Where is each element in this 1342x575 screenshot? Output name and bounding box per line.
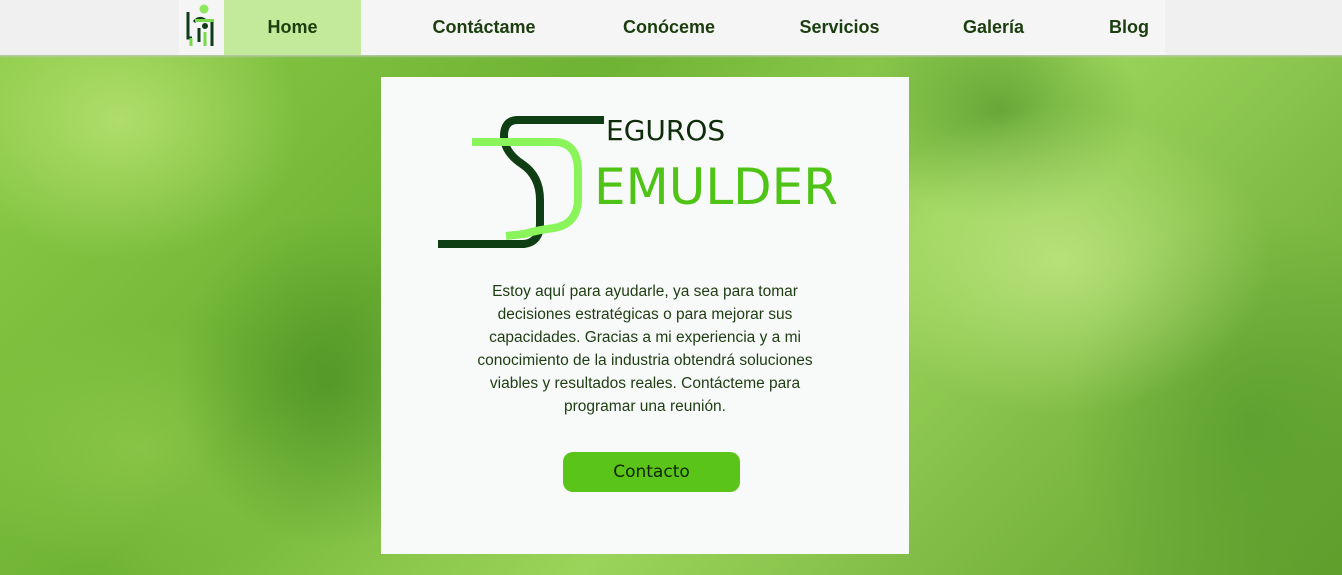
- seguros-semulder-logo: EGUROS EMULDER: [438, 114, 838, 248]
- nav-shadow: [0, 55, 1342, 58]
- intro-paragraph: Estoy aquí para ayudarle, ya sea para to…: [477, 283, 813, 415]
- nav-item-conoceme[interactable]: Conóceme: [606, 0, 732, 55]
- brand-line1: EGUROS: [606, 114, 725, 147]
- nav-item-label: Blog: [1109, 17, 1149, 37]
- nav-item-label: Servicios: [799, 17, 880, 37]
- hero-card: EGUROS EMULDER Estoy aquí para ayudarle,…: [381, 77, 909, 554]
- nav-item-galeria[interactable]: Galería: [945, 0, 1042, 55]
- nav-item-label: Home: [267, 17, 318, 37]
- nav-item-blog[interactable]: Blog: [1095, 0, 1163, 55]
- contact-button[interactable]: Contacto: [563, 452, 740, 492]
- brand-line2: EMULDER: [594, 158, 838, 216]
- nav-item-label: Conóceme: [622, 17, 716, 37]
- person-desk-logo-icon: [186, 4, 214, 46]
- nav-item-home[interactable]: Home: [224, 0, 361, 55]
- nav-item-label: Galería: [962, 17, 1025, 37]
- nav-item-label: Contáctame: [432, 17, 536, 37]
- nav-item-servicios[interactable]: Servicios: [785, 0, 894, 55]
- nav-item-contactame[interactable]: Contáctame: [413, 0, 555, 55]
- contact-button-label: Contacto: [613, 462, 690, 482]
- site-logo[interactable]: [179, 2, 223, 52]
